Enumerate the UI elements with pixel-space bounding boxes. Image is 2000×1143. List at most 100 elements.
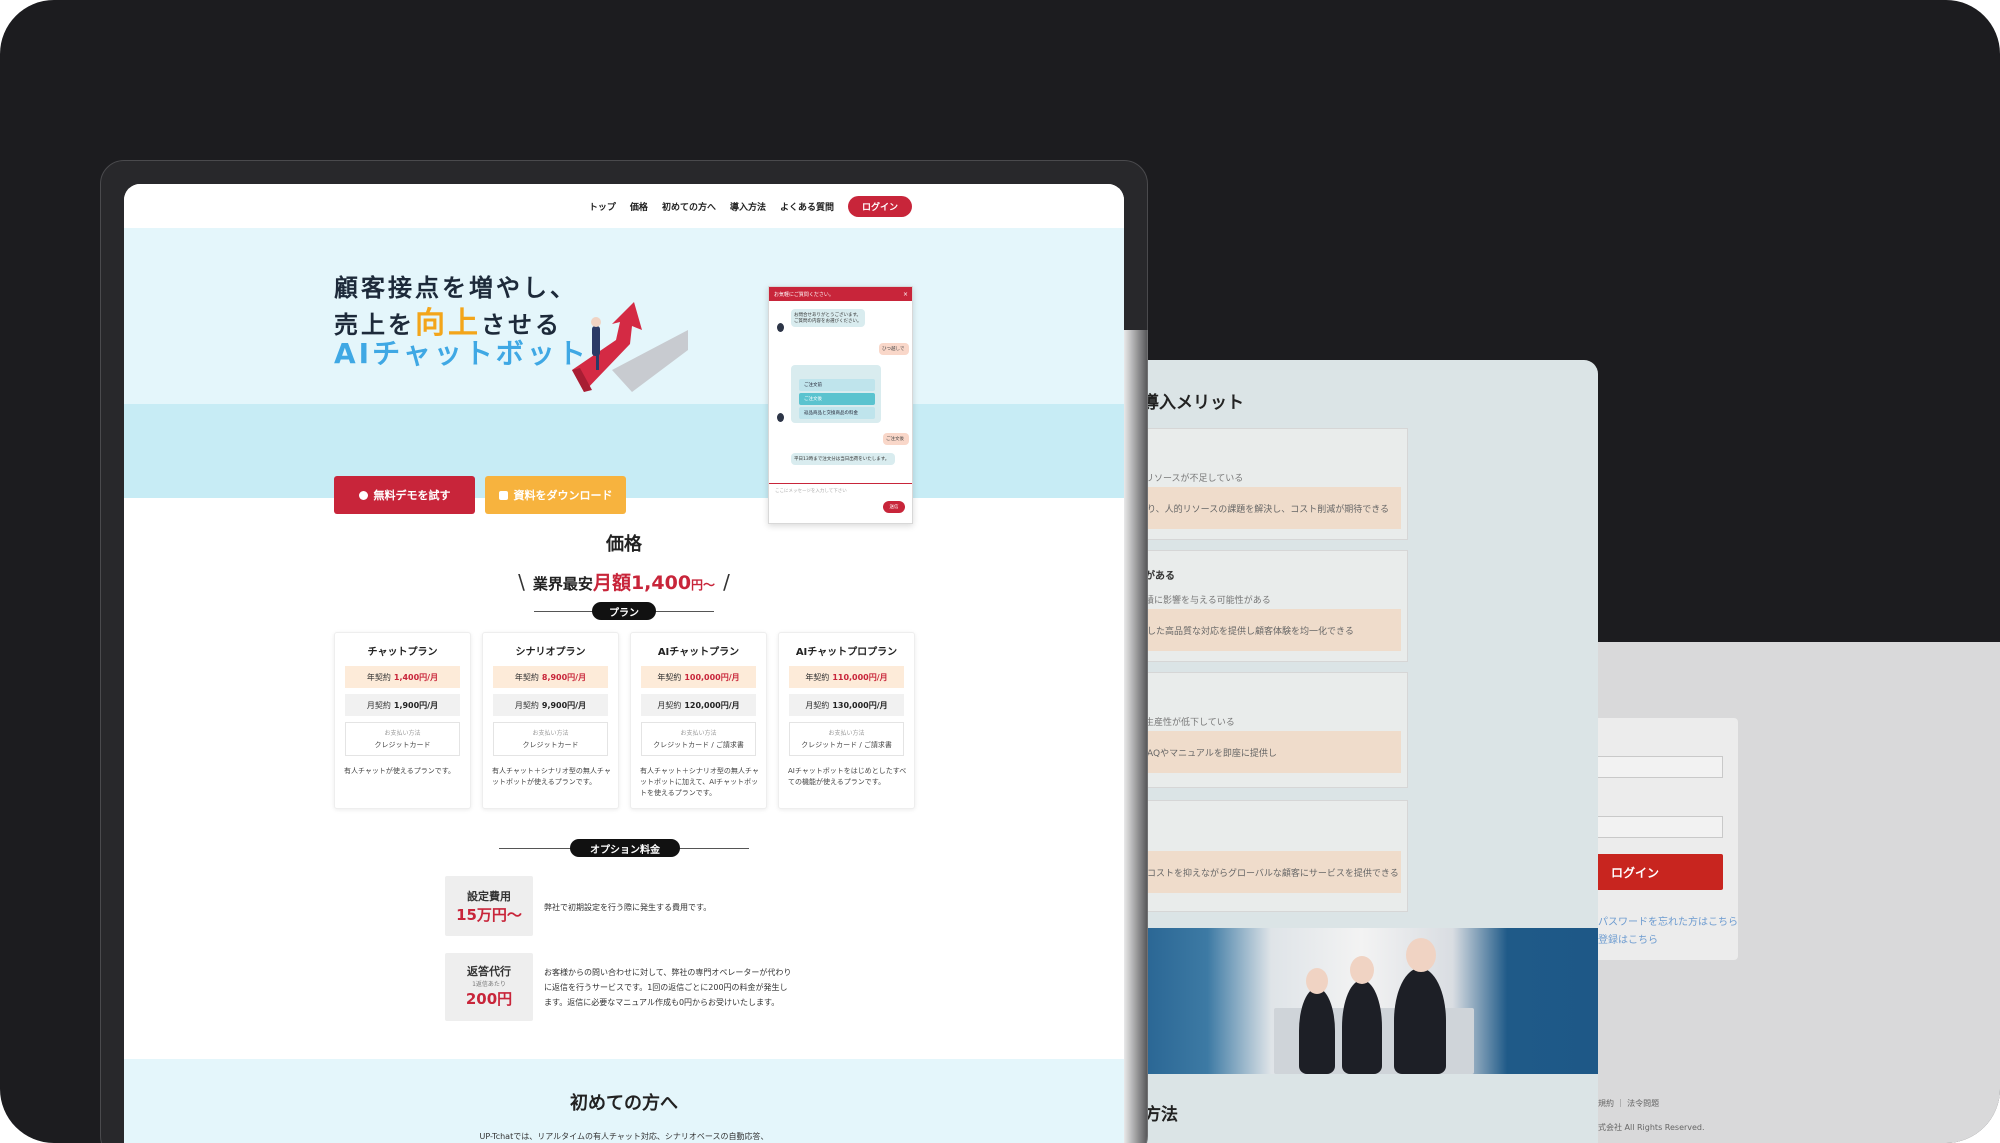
bot-avatar-icon [777,323,784,332]
plan-card-ai: AIチャットプラン 年契約 100,000円/月 月契約 120,000円/月 お支… [630,632,767,809]
nav-item-top[interactable]: トップ [589,200,616,213]
monthly-label: 月契約 [805,700,830,710]
slash-right: / [723,570,730,594]
chat-send-button[interactable]: 送信 [883,501,905,513]
close-icon[interactable]: × [903,291,908,298]
merit-card-4: コストを抑えながらグローバルな顧客にサービスを提供できる [1144,800,1408,912]
chat-widget-preview: お気軽にご質問ください。 × お問合せありがとうございます。ご質問の内容をお選び… [768,286,913,524]
pricing-title: 価格 [606,534,642,555]
plan-payment: お支払い方法クレジットカード [493,722,608,756]
chat-option-2[interactable]: ご注文後 [799,393,875,405]
nav-item-method[interactable]: 導入方法 [730,200,766,213]
option-reply-agent: 返答代行 1返信あたり 200円 [445,953,533,1021]
plan-desc: 有人チャット＋シナリオ型の無人チャットボットに加えて、AIチャットボットを使える… [640,767,759,797]
chat-input[interactable]: ここにメッセージを入力して下さい [769,483,912,499]
plan-payment: お支払い方法クレジットカード [345,722,460,756]
forgot-password-link[interactable]: パスワードを忘れた方はこちら [1598,913,1738,928]
hero-line-3: AIチャットボット [334,337,589,370]
slogan-pre: 業界最安 [532,575,593,593]
plan-name: AIチャットプロプラン [795,647,898,658]
chat-option-1[interactable]: ご注文前 [799,379,875,391]
yearly-price: 1,400円/月 [393,672,439,682]
plan-card-scenario: シナリオプラン 年契約 8,900円/月 月契約 9,900円/月 お支払い方法 クレ… [482,632,619,809]
merit-card-3: 生産性が低下している AQやマニュアルを即座に提供し [1144,672,1408,788]
user-message: ご注文後 [883,433,909,445]
free-demo-button[interactable]: 無料デモを試す [334,476,475,514]
plan-desc: AIチャットボットをはじめとしたすべての機能が使えるプランです。 [788,767,907,786]
document-icon [498,490,508,500]
merit-box: り、人的リソースの課題を解決し、コスト削減が期待できる [1145,487,1401,529]
monthly-label: 月契約 [514,700,539,710]
first-time-title: 初めての方へ [570,1093,678,1114]
plan-pill: プラン [592,602,656,620]
yearly-price: 100,000円/月 [684,672,740,682]
nav-item-faq[interactable]: よくある質問 [780,200,834,213]
top-nav: トップ 価格 初めての方へ 導入方法 よくある質問 ログイン [124,184,1124,228]
plan-desc: 有人チャットが使えるプランです。 [344,767,456,775]
landing-page: トップ 価格 初めての方へ 導入方法 よくある質問 ログイン 顧客接点を増やし、… [124,184,1124,1143]
option-desc: お客様からの問い合わせに対して、弊社の専門オペレーターが代わり に返信を行うサー… [544,965,791,1010]
yearly-label: 年契約 [805,672,830,682]
free-demo-label: 無料デモを試す [373,489,451,502]
register-link[interactable]: 登録はこちら [1598,931,1658,946]
pay-label: お支払い方法 [532,730,569,737]
pay-value: クレジットカード [522,741,579,749]
plan-payment: お支払い方法クレジットカード / ご請求書 [789,722,904,756]
merit-note: リソースが不足している [1145,474,1244,484]
screen-edge-shade [1124,330,1148,1143]
nav-login-button[interactable]: ログイン [847,195,912,217]
merit-card-1: リソースが不足している り、人的リソースの課題を解決し、コスト削減が期待できる [1144,428,1408,540]
monthly-label: 月契約 [366,700,391,710]
chat-option-3[interactable]: 返品商品と交換商品の料金 [799,407,875,419]
plan-yearly: 年契約 8,900円/月 [493,666,608,688]
login-password-field[interactable] [1595,816,1723,838]
chat-bubble-icon [358,490,368,500]
hero-section: 顧客接点を増やし、 売上を向上させる AIチャットボット お気軽にご質問ください… [124,228,1124,524]
pay-value: クレジットカード / ご請求書 [653,741,744,749]
plan-card-chat: チャットプラン 年契約 1,400円/月 月契約 1,900円/月 お支払い方法 クレ… [334,632,471,809]
bot-message: お問合せありがとうございます。ご質問の内容をお選びください。 [791,309,865,327]
pay-label: お支払い方法 [384,730,421,737]
first-time-desc: UP-Tchatでは、リアルタイムの有人チャット対応、シナリオベースの自動応答、 [479,1132,769,1141]
option-desc: 弊社で初期設定を行う際に発生する費用です。 [544,903,712,912]
monthly-price: 130,000円/月 [832,700,888,710]
monthly-label: 月契約 [657,700,682,710]
nav-item-first[interactable]: 初めての方へ [662,200,716,213]
plan-name: チャットプラン [367,647,438,658]
pay-label: お支払い方法 [680,730,717,737]
growth-arrow-illustration [572,302,688,392]
chat-header-title: お気軽にご質問ください。 [774,291,834,298]
plan-payment: お支払い方法クレジットカード / ご請求書 [641,722,756,756]
bot-message: 平日13時まで注文分は当日出荷をいたします。 [791,453,895,465]
monthly-price: 1,900円/月 [393,700,439,710]
option-setup-fee: 設定費用 15万円〜 [445,876,533,936]
bot-avatar-icon [777,413,784,422]
option-value: 15万円〜 [456,906,522,924]
pay-label: お支払い方法 [828,730,865,737]
yearly-price: 110,000円/月 [832,672,888,682]
pricing-slogan: \ 業界最安月額1,400円〜 / [124,568,1124,595]
option-desc-line: ます。返信に必要なマニュアル作成も0円からお受けいたします。 [544,998,780,1007]
plan-monthly: 月契約 1,900円/月 [345,694,460,716]
download-docs-label: 資料をダウンロード [513,489,613,502]
option-value: 200円 [465,990,513,1008]
pay-value: クレジットカード [374,741,431,749]
footer-links[interactable]: 規約 ｜ 法令問題 [1598,1098,1659,1109]
plan-desc: 有人チャット＋シナリオ型の無人チャットボットが使えるプランです。 [492,767,611,786]
slogan-price: 月額1,400 [592,572,692,594]
yearly-label: 年契約 [514,672,539,682]
login-id-field[interactable] [1595,756,1723,778]
monthly-price: 120,000円/月 [684,700,740,710]
slogan-post: 円〜 [691,578,716,592]
option-sub: 1返信あたり [472,981,506,988]
operators-photo [1144,928,1598,1074]
nav-item-price[interactable]: 価格 [630,200,648,213]
login-submit-button[interactable]: ログイン [1595,854,1723,890]
merit-title: 導入メリット [1142,393,1244,413]
merit-box: した高品質な対応を提供し顧客体験を均一化できる [1145,609,1401,651]
yearly-price: 8,900円/月 [541,672,587,682]
plan-monthly: 月契約 9,900円/月 [493,694,608,716]
pay-value: クレジットカード / ご請求書 [801,741,892,749]
download-docs-button[interactable]: 資料をダウンロード [485,476,626,514]
plan-card-ai-pro: AIチャットプロプラン 年契約 110,000円/月 月契約 130,000円/月 … [778,632,915,809]
